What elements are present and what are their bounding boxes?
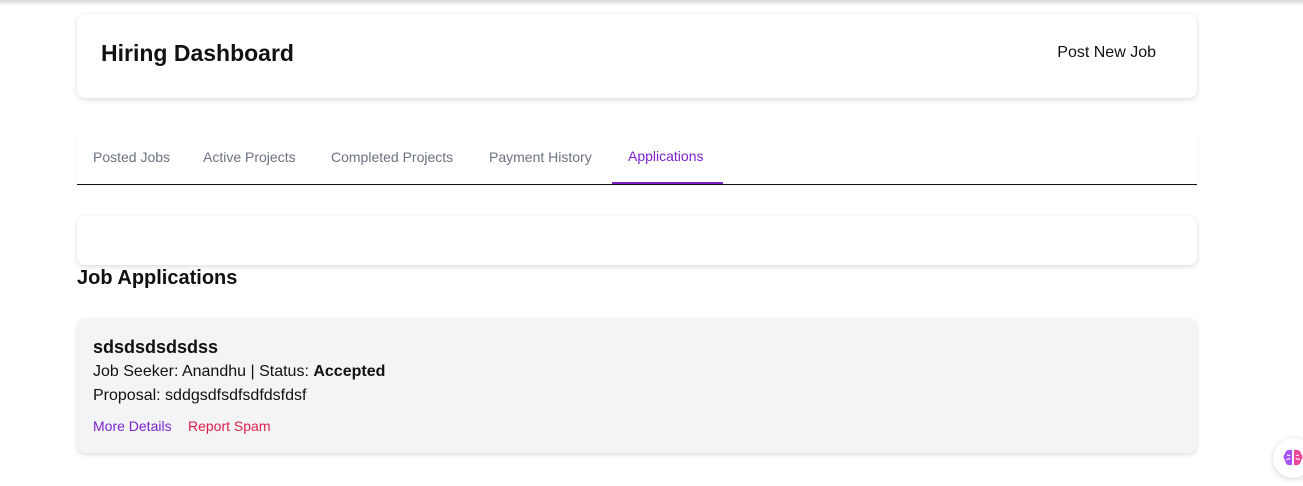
seeker-label: Job Seeker: [93, 363, 179, 380]
status-value: Accepted [313, 363, 386, 380]
tab-posted-jobs[interactable]: Posted Jobs [93, 149, 170, 165]
assistant-floating-button[interactable] [1273, 438, 1303, 478]
filter-panel [77, 216, 1197, 265]
proposal-label: Proposal: [93, 387, 161, 404]
status-label: Status: [259, 363, 309, 380]
report-spam-link[interactable]: Report Spam [188, 418, 270, 434]
page-title: Hiring Dashboard [101, 40, 294, 66]
proposal-text: sddgsdfsdfsdfdsfdsf [165, 387, 307, 404]
tab-payment-history[interactable]: Payment History [489, 149, 592, 165]
tab-active-projects[interactable]: Active Projects [203, 149, 296, 165]
post-new-job-button[interactable]: Post New Job [1057, 44, 1156, 62]
tab-applications[interactable]: Applications [628, 148, 704, 164]
more-details-link[interactable]: More Details [93, 418, 172, 434]
application-card: sdsdsdsdsdss Job Seeker: Anandhu | Statu… [77, 318, 1197, 453]
section-title: Job Applications [77, 267, 238, 289]
application-seeker-line: Job Seeker: Anandhu | Status: Accepted [93, 363, 385, 381]
application-proposal-line: Proposal: sddgsdfsdfsdfdsfdsf [93, 387, 306, 405]
tab-completed-projects[interactable]: Completed Projects [331, 149, 453, 165]
application-job-title: sdsdsdsdsdss [93, 337, 219, 357]
tab-bar: Posted Jobs Active Projects Completed Pr… [77, 133, 1197, 185]
separator: | [250, 363, 255, 380]
brain-icon [1283, 449, 1303, 466]
header-card: Hiring Dashboard Post New Job [77, 14, 1197, 98]
active-tab-indicator [612, 182, 723, 184]
seeker-name: Anandhu [181, 363, 247, 380]
top-shadow [0, 0, 1303, 6]
